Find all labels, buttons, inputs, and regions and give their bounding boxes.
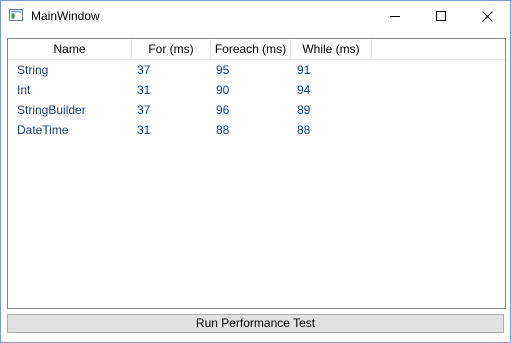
close-icon: [481, 10, 493, 22]
cell-for: 37: [137, 103, 151, 117]
run-performance-test-button[interactable]: Run Performance Test: [7, 314, 504, 333]
column-header-for[interactable]: For (ms): [132, 39, 211, 59]
cell-for: 37: [137, 63, 151, 77]
cell-for: 31: [137, 123, 151, 137]
table-row[interactable]: StringBuilder 37 96 89: [8, 100, 505, 120]
cell-foreach: 95: [216, 63, 230, 77]
app-window-icon: [9, 9, 23, 21]
cell-name: DateTime: [17, 123, 69, 137]
cell-foreach: 88: [216, 123, 230, 137]
minimize-button[interactable]: [372, 1, 418, 31]
title-bar[interactable]: MainWindow: [1, 1, 510, 31]
results-grid[interactable]: Name For (ms) Foreach (ms) While (ms) St…: [7, 38, 506, 309]
minimize-icon: [390, 16, 400, 17]
cell-for: 31: [137, 83, 151, 97]
cell-while: 91: [297, 63, 311, 77]
main-window: MainWindow Name For (ms) Foreach (ms) Wh…: [0, 0, 511, 343]
cell-while: 89: [297, 103, 311, 117]
cell-name: String: [17, 63, 49, 77]
cell-foreach: 90: [216, 83, 230, 97]
maximize-icon: [436, 11, 446, 21]
cell-while: 94: [297, 83, 311, 97]
column-header-foreach[interactable]: Foreach (ms): [211, 39, 291, 59]
column-header-name[interactable]: Name: [8, 39, 132, 59]
column-header-while[interactable]: While (ms): [291, 39, 372, 59]
cell-foreach: 96: [216, 103, 230, 117]
table-row[interactable]: Int 31 90 94: [8, 80, 505, 100]
table-row[interactable]: String 37 95 91: [8, 60, 505, 80]
close-button[interactable]: [464, 1, 510, 31]
maximize-button[interactable]: [418, 1, 464, 31]
cell-name: Int: [17, 83, 31, 97]
cell-name: StringBuilder: [17, 103, 86, 117]
cell-while: 88: [297, 123, 311, 137]
grid-header: Name For (ms) Foreach (ms) While (ms): [8, 39, 505, 60]
window-title: MainWindow: [31, 9, 100, 23]
grid-rows: String 37 95 91 Int 31 90 94 StringBuild…: [8, 60, 505, 140]
table-row[interactable]: DateTime 31 88 88: [8, 120, 505, 140]
